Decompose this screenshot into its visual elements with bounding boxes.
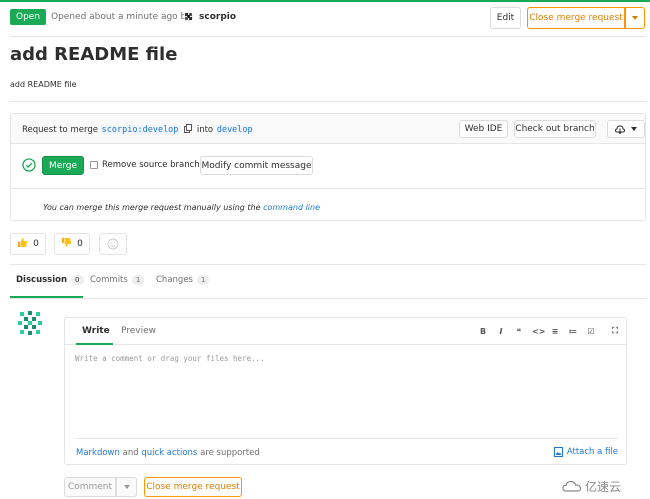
- close-options-dropdown[interactable]: [625, 7, 645, 29]
- web-ide-button[interactable]: Web IDE: [459, 120, 508, 138]
- merge-widget-header: Request to merge scorpio:develop into de…: [11, 114, 645, 144]
- copy-icon[interactable]: [184, 124, 193, 133]
- comment-button[interactable]: Comment: [64, 477, 116, 497]
- checkout-branch-button[interactable]: Check out branch: [514, 120, 596, 138]
- fullscreen-icon[interactable]: ⛶: [610, 326, 620, 336]
- task-list-icon[interactable]: ☑: [586, 327, 596, 336]
- chevron-down-icon: [632, 16, 638, 20]
- download-icon: [615, 124, 625, 134]
- modify-commit-message-button[interactable]: Modify commit message: [200, 156, 313, 175]
- divider: [10, 101, 646, 102]
- user-avatar-icon[interactable]: [17, 310, 43, 336]
- markdown-toolbar: B I ❝ <> ≡ ≔ ☑ ⛶: [478, 326, 620, 336]
- smiley-icon: [107, 238, 119, 250]
- watermark-text: 亿速云: [585, 480, 622, 494]
- author-link[interactable]: scorpio: [199, 12, 236, 22]
- command-line-link[interactable]: command line: [263, 203, 320, 212]
- manual-merge-text: You can merge this merge request manuall…: [43, 203, 320, 212]
- download-dropdown-button[interactable]: [607, 120, 645, 138]
- bullet-list-icon[interactable]: ≡: [550, 327, 560, 336]
- merge-branches-text: Request to merge scorpio:develop into de…: [22, 124, 254, 135]
- numbered-list-icon[interactable]: ≔: [568, 327, 578, 336]
- tab-write[interactable]: Write: [82, 326, 110, 336]
- tab-changes[interactable]: Changes 1: [156, 275, 210, 285]
- file-image-icon: [553, 447, 563, 457]
- author-avatar-icon[interactable]: [183, 11, 194, 22]
- quick-actions-link[interactable]: quick actions: [141, 448, 197, 458]
- remove-source-branch-checkbox[interactable]: Remove source branch: [90, 160, 200, 170]
- thumbsdown-award-button[interactable]: 0: [54, 233, 90, 255]
- italic-icon[interactable]: I: [496, 327, 506, 336]
- thumbsdown-count: 0: [77, 239, 83, 249]
- code-icon[interactable]: <>: [532, 327, 545, 336]
- markdown-hint: Markdown and quick actions are supported: [76, 448, 260, 458]
- tab-count: 1: [196, 275, 210, 285]
- tab-preview[interactable]: Preview: [121, 326, 156, 336]
- chevron-down-icon: [123, 485, 130, 489]
- close-merge-request-bottom-button[interactable]: Close merge request: [144, 477, 242, 497]
- editor-tabs: Write Preview B I ❝ <> ≡ ≔ ☑ ⛶: [65, 318, 626, 345]
- comment-textarea[interactable]: [75, 354, 615, 436]
- tab-label: Changes: [156, 275, 193, 285]
- request-to-merge-label: Request to merge: [22, 125, 98, 135]
- comment-editor: Write Preview B I ❝ <> ≡ ≔ ☑ ⛶ Markdown …: [64, 317, 627, 465]
- thumbsup-count: 0: [33, 239, 39, 249]
- active-tab-indicator: [76, 343, 113, 345]
- and-text: and: [122, 448, 139, 458]
- tab-label: Commits: [90, 275, 128, 285]
- mr-header: Open Opened about a minute ago by scorpi…: [0, 6, 650, 32]
- supported-text: are supported: [200, 448, 260, 458]
- merge-button[interactable]: Merge: [42, 156, 84, 175]
- source-branch[interactable]: scorpio:develop: [100, 125, 180, 135]
- opened-text: Opened about a minute ago by: [51, 12, 192, 22]
- merge-widget: Request to merge scorpio:develop into de…: [10, 113, 646, 221]
- watermark: 亿速云: [562, 478, 621, 495]
- checkbox[interactable]: [90, 161, 98, 169]
- attach-label: Attach a file: [566, 447, 618, 457]
- tab-discussion[interactable]: Discussion 0: [16, 275, 84, 285]
- editor-footer: Markdown and quick actions are supported…: [75, 438, 618, 465]
- mr-tabs: Discussion 0 Commits 1 Changes 1: [10, 265, 646, 299]
- bold-icon[interactable]: B: [478, 327, 488, 336]
- into-label: into: [196, 125, 214, 135]
- remove-source-label: Remove source branch: [102, 160, 200, 170]
- status-badge: Open: [10, 9, 47, 25]
- attach-file-button[interactable]: Attach a file: [553, 447, 618, 457]
- chevron-down-icon: [631, 127, 637, 131]
- cloud-logo-icon: [562, 480, 582, 492]
- tab-label: Discussion: [16, 275, 68, 285]
- target-branch[interactable]: develop: [215, 125, 254, 135]
- manual-merge-label: You can merge this merge request manuall…: [43, 203, 261, 212]
- comment-options-dropdown[interactable]: [116, 477, 137, 497]
- markdown-link[interactable]: Markdown: [76, 448, 120, 458]
- close-merge-request-button[interactable]: Close merge request: [527, 7, 625, 29]
- thumbsup-icon: [17, 237, 28, 251]
- page-title: add README file: [10, 44, 178, 65]
- divider: [10, 36, 646, 37]
- check-circle-icon: [22, 158, 36, 172]
- thumbsdown-icon: [61, 237, 72, 251]
- merge-action-row: Merge Remove source branch Modify commit…: [11, 145, 645, 189]
- active-tab-indicator: [10, 296, 83, 298]
- add-reaction-button[interactable]: [99, 233, 127, 255]
- mr-description: add README file: [10, 80, 77, 89]
- thumbsup-award-button[interactable]: 0: [10, 233, 46, 255]
- quote-icon[interactable]: ❝: [514, 327, 524, 336]
- top-accent-line: [0, 0, 650, 2]
- tab-commits[interactable]: Commits 1: [90, 275, 145, 285]
- edit-button[interactable]: Edit: [490, 7, 521, 29]
- tab-count: 1: [131, 275, 145, 285]
- tab-count: 0: [71, 275, 84, 285]
